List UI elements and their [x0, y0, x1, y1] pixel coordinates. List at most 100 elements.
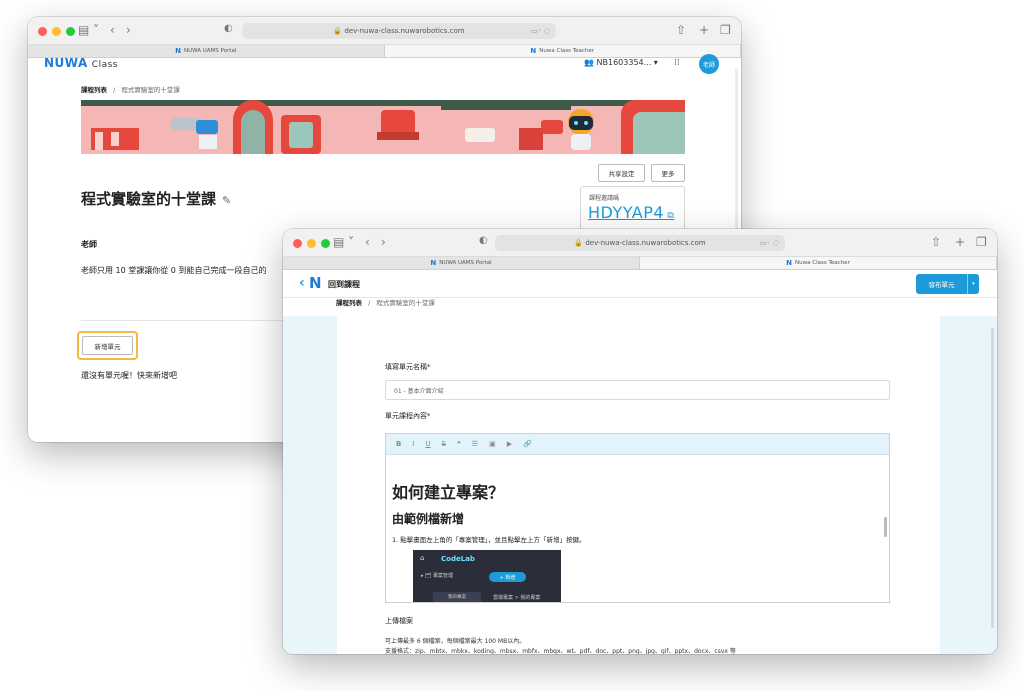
- breadcrumb-root[interactable]: 課程列表: [81, 86, 107, 94]
- codelab-new-button: + 新增: [489, 572, 526, 582]
- back-nav-icon[interactable]: ‹: [110, 23, 115, 37]
- back-to-course-link[interactable]: 回到課程: [328, 279, 360, 290]
- brand-logo[interactable]: NUWA Class: [44, 56, 118, 70]
- tab-label: NUWA UAMS Portal: [439, 260, 492, 266]
- tabs-overview-icon[interactable]: ❐: [720, 23, 731, 37]
- close-button[interactable]: [38, 27, 47, 36]
- tabs-overview-icon[interactable]: ❐: [976, 235, 987, 249]
- codelab-nav: 我的專案: [433, 592, 481, 602]
- add-unit-button[interactable]: 新增單元: [82, 336, 133, 355]
- video-icon[interactable]: ▶: [507, 440, 512, 448]
- publish-unit-button[interactable]: 發布單元 ▾: [916, 274, 979, 294]
- shield-icon[interactable]: ◐: [224, 23, 233, 34]
- upload-limit-text: 可上傳最多 6 個檔案，每個檔案最大 100 MB以內。: [385, 638, 526, 645]
- titlebar: ▤ ˅ ‹ › ◐ 🔒 dev-nuwa-class.nuwarobotics.…: [283, 229, 997, 257]
- new-tab-icon[interactable]: +: [955, 235, 965, 249]
- home-icon: ⌂: [420, 554, 425, 562]
- url-text: dev-nuwa-class.nuwarobotics.com: [344, 27, 465, 35]
- rich-text-editor[interactable]: B I U S ❝ ☰ ▣ ▶ 🔗 如何建立專案？ 由範例檔新增 1. 點擊畫面…: [385, 433, 890, 603]
- edit-pencil-icon[interactable]: ✎: [222, 194, 231, 207]
- invite-code-text: HDYYAP4: [588, 203, 665, 222]
- tab-uams-portal[interactable]: N NUWA UAMS Portal: [283, 257, 640, 269]
- shield-icon[interactable]: ◐: [479, 235, 488, 246]
- course-title: 程式實驗室的十堂課 ✎: [81, 188, 231, 209]
- tab-bar: N NUWA UAMS Portal N Nuwa Class Teacher: [283, 257, 997, 270]
- zoom-button[interactable]: [66, 27, 75, 36]
- back-chevron-icon[interactable]: ‹: [299, 275, 305, 291]
- close-button[interactable]: [293, 239, 302, 248]
- unit-name-input[interactable]: 01 - 基本介面介紹: [385, 380, 890, 400]
- share-icon[interactable]: ⇧: [931, 235, 941, 249]
- apps-grid-icon[interactable]: ⁞⁞: [674, 58, 680, 68]
- publish-label: 發布單元: [928, 281, 955, 289]
- minimize-button[interactable]: [307, 239, 316, 248]
- quote-icon[interactable]: ❝: [457, 440, 461, 448]
- unit-editor-page: 課程列表 / 程式實驗室的十堂課 填寫單元名稱* 01 - 基本介面介紹 單元課…: [283, 298, 997, 654]
- upload-label: 上傳檔案: [385, 617, 413, 625]
- course-title-text: 程式實驗室的十堂課: [81, 190, 217, 208]
- minimize-button[interactable]: [52, 27, 61, 36]
- content-heading-1: 如何建立專案？: [392, 483, 505, 502]
- upload-format-text: 支援格式：zip、mbtx、mbkx、koding、mbsx、mbfx、mbqx…: [385, 648, 736, 654]
- lock-icon: 🔒: [333, 27, 345, 35]
- italic-icon[interactable]: I: [412, 440, 414, 448]
- back-nav-icon[interactable]: ‹: [365, 235, 370, 249]
- lock-icon: 🔒: [574, 239, 586, 247]
- teacher-label: 老師: [81, 240, 97, 249]
- editor-scrollbar[interactable]: [884, 517, 887, 537]
- tab-label: NUWA UAMS Portal: [183, 48, 237, 54]
- more-button[interactable]: 更多: [651, 164, 685, 182]
- window-controls[interactable]: [293, 239, 330, 248]
- translate-icon[interactable]: ▭◦ ◌: [760, 239, 779, 247]
- titlebar: ▤ ˅ ‹ › ◐ 🔒 dev-nuwa-class.nuwarobotics.…: [28, 17, 741, 45]
- browser-window-unit-editor: ▤ ˅ ‹ › ◐ 🔒 dev-nuwa-class.nuwarobotics.…: [283, 229, 997, 654]
- underline-icon[interactable]: U: [425, 440, 430, 448]
- breadcrumb-separator: /: [368, 299, 371, 307]
- course-description: 老師只用 10 堂課讓你從 0 到能自己完成一段自己的: [81, 266, 267, 275]
- tab-class-teacher[interactable]: N Nuwa Class Teacher: [384, 45, 741, 57]
- sidebar-icon[interactable]: ▤ ˅: [78, 23, 99, 37]
- unit-name-label: 填寫單元名稱*: [385, 363, 431, 371]
- nuwa-logo-icon: N: [175, 47, 181, 55]
- invite-code-value[interactable]: HDYYAP4 ⧉: [588, 203, 674, 222]
- breadcrumb-root[interactable]: 課程列表: [336, 299, 362, 307]
- right-gutter: [940, 316, 997, 654]
- url-bar[interactable]: 🔒 dev-nuwa-class.nuwarobotics.com ▭◦ ◌: [242, 23, 556, 39]
- tab-label: Nuwa Class Teacher: [795, 260, 850, 266]
- codelab-menu: ▸ 🗂 專案管理: [421, 573, 454, 579]
- strikethrough-icon[interactable]: S: [442, 440, 446, 448]
- url-bar[interactable]: 🔒 dev-nuwa-class.nuwarobotics.com ▭◦ ◌: [495, 235, 785, 251]
- list-icon[interactable]: ☰: [472, 440, 478, 448]
- share-icon[interactable]: ⇧: [676, 23, 686, 37]
- link-icon[interactable]: 🔗: [523, 440, 532, 448]
- editor-body[interactable]: 如何建立專案？ 由範例檔新增 1. 點擊畫面左上角的「專案管理」，並且點擊左上方…: [386, 479, 889, 544]
- share-settings-button[interactable]: 共享設定: [598, 164, 645, 182]
- window-controls[interactable]: [38, 27, 75, 36]
- translate-icon[interactable]: ▭◦ ◌: [531, 27, 550, 35]
- content-heading-2: 由範例檔新增: [392, 512, 465, 526]
- zoom-button[interactable]: [321, 239, 330, 248]
- nuwa-logo-icon: N: [430, 259, 437, 267]
- new-tab-icon[interactable]: +: [699, 23, 709, 37]
- breadcrumb-current: 程式實驗室的十堂課: [121, 86, 180, 94]
- tab-class-teacher[interactable]: N Nuwa Class Teacher: [640, 257, 997, 269]
- nuwa-logo-icon[interactable]: N: [309, 274, 322, 292]
- account-menu[interactable]: 👥 NB1603354... ▾: [584, 58, 658, 67]
- account-id: NB1603354...: [596, 58, 652, 67]
- avatar[interactable]: 老師: [699, 54, 719, 74]
- copy-icon[interactable]: ⧉: [664, 211, 674, 221]
- brand-sub: Class: [91, 60, 118, 70]
- caret-down-icon[interactable]: ▾: [967, 274, 979, 294]
- course-banner: [81, 100, 685, 154]
- sidebar-icon[interactable]: ▤ ˅: [333, 235, 354, 249]
- breadcrumb-separator: /: [113, 86, 116, 94]
- bold-icon[interactable]: B: [396, 440, 401, 448]
- tab-bar: N NUWA UAMS Portal N Nuwa Class Teacher: [28, 45, 741, 58]
- caret-down-icon: ▾: [651, 58, 658, 67]
- forward-nav-icon[interactable]: ›: [381, 235, 386, 249]
- page-scrollbar[interactable]: [991, 328, 994, 628]
- forward-nav-icon[interactable]: ›: [126, 23, 131, 37]
- image-icon[interactable]: ▣: [489, 440, 496, 448]
- tab-label: Nuwa Class Teacher: [539, 48, 595, 54]
- invite-code-card: 課程邀請碼 HDYYAP4 ⧉: [580, 186, 685, 232]
